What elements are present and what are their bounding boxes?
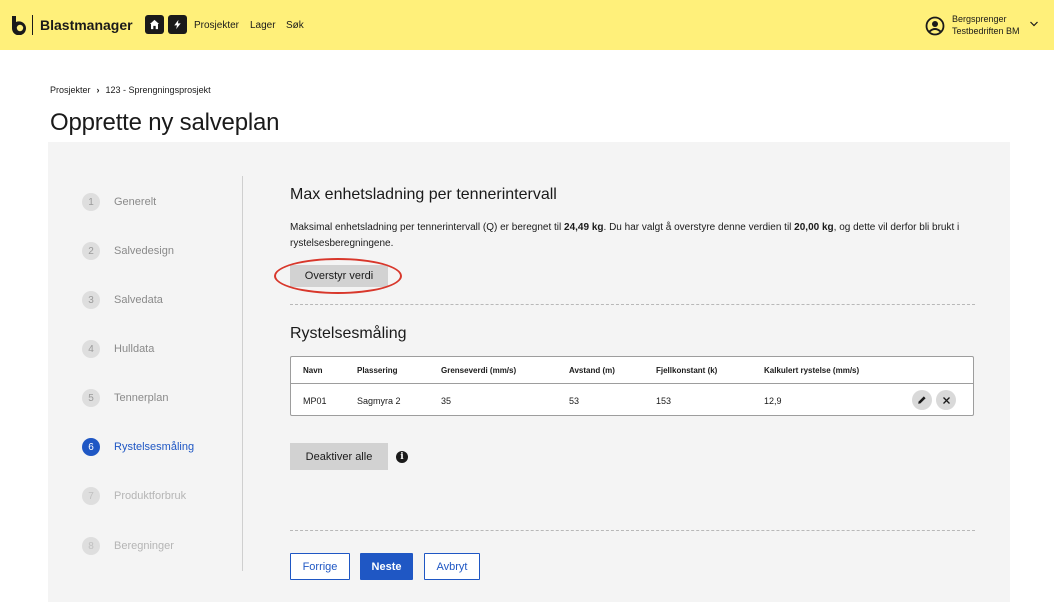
footer-divider xyxy=(290,530,975,531)
step-number: 1 xyxy=(82,193,100,211)
user-name: Bergsprenger xyxy=(952,14,1007,24)
step-label: Tennerplan xyxy=(114,392,169,404)
nav-link-sok[interactable]: Søk xyxy=(286,20,304,31)
breadcrumb-root[interactable]: Prosjekter xyxy=(50,85,91,95)
wizard-panel: 1 Generelt 2 Salvedesign 3 Salvedata 4 H… xyxy=(48,142,1010,602)
charge-description: Maksimal enhetsladning per tennerinterva… xyxy=(290,220,980,252)
deactivate-all-button[interactable]: Deaktiver alle xyxy=(290,443,388,470)
override-value-button[interactable]: Overstyr verdi xyxy=(290,265,388,287)
step-number: 8 xyxy=(82,537,100,555)
page-title: Opprette ny salveplan xyxy=(50,109,280,136)
step-produktforbruk[interactable]: 7 Produktforbruk xyxy=(82,487,186,505)
table-header: Navn Plassering Grenseverdi (mm/s) Avsta… xyxy=(291,357,973,384)
cell-plassering: Sagmyra 2 xyxy=(357,396,401,406)
step-number: 7 xyxy=(82,487,100,505)
brand-name[interactable]: Blastmanager xyxy=(40,17,133,33)
nav-link-lager[interactable]: Lager xyxy=(250,20,276,31)
cell-avstand: 53 xyxy=(569,396,580,406)
next-button[interactable]: Neste xyxy=(360,553,413,580)
desc-text: Maksimal enhetsladning per tennerinterva… xyxy=(290,222,565,233)
close-icon[interactable] xyxy=(936,390,956,410)
step-content: Max enhetsladning per tennerintervall Ma… xyxy=(274,142,980,602)
user-menu[interactable]: Bergsprenger Testbedriften BM xyxy=(925,14,1045,38)
step-label: Salvedata xyxy=(114,294,163,306)
cell-navn: MP01 xyxy=(303,396,327,406)
step-number: 4 xyxy=(82,340,100,358)
previous-button[interactable]: Forrige xyxy=(290,553,350,580)
step-label: Rystelsesmåling xyxy=(114,441,195,453)
step-beregninger[interactable]: 8 Beregninger xyxy=(82,537,174,555)
column-header-plassering[interactable]: Plassering xyxy=(357,366,397,375)
vibration-section-title: Rystelsesmåling xyxy=(290,325,407,342)
desc-text: . Du har valgt å overstyre denne verdien… xyxy=(603,222,795,233)
step-label: Generelt xyxy=(114,196,157,208)
step-tennerplan[interactable]: 5 Tennerplan xyxy=(82,389,168,407)
step-label: Produktforbruk xyxy=(114,490,187,502)
step-salvedata[interactable]: 3 Salvedata xyxy=(82,291,163,309)
user-org: Testbedriften BM xyxy=(952,26,1020,36)
step-number: 2 xyxy=(82,242,100,260)
step-salvedesign[interactable]: 2 Salvedesign xyxy=(82,242,174,260)
breadcrumb-separator-icon: › xyxy=(96,85,100,95)
step-generelt[interactable]: 1 Generelt xyxy=(82,193,156,211)
lightning-icon[interactable] xyxy=(168,15,187,34)
steps-divider xyxy=(242,176,243,571)
column-header-kalkulert-rystelse[interactable]: Kalkulert rystelse (mm/s) xyxy=(764,366,859,375)
step-label: Beregninger xyxy=(114,540,174,552)
column-header-avstand[interactable]: Avstand (m) xyxy=(569,366,615,375)
step-number: 3 xyxy=(82,291,100,309)
cancel-button[interactable]: Avbryt xyxy=(424,553,480,580)
edit-icon[interactable] xyxy=(912,390,932,410)
column-header-navn[interactable]: Navn xyxy=(303,366,323,375)
cell-kalkulert-rystelse: 12,9 xyxy=(764,396,782,406)
user-circle-icon xyxy=(925,16,945,36)
chevron-down-icon[interactable] xyxy=(1029,20,1039,28)
step-label: Salvedesign xyxy=(114,245,174,257)
section-divider xyxy=(290,304,975,305)
vibration-table: Navn Plassering Grenseverdi (mm/s) Avsta… xyxy=(290,356,974,416)
breadcrumb-current: 123 - Sprengningsprosjekt xyxy=(105,85,211,95)
nav-link-prosjekter[interactable]: Prosjekter xyxy=(194,20,239,31)
top-bar: Blastmanager Prosjekter Lager Søk Bergsp… xyxy=(0,0,1054,50)
blastmanager-logo-icon[interactable] xyxy=(10,15,30,35)
step-number: 5 xyxy=(82,389,100,407)
calculated-charge-value: 24,49 kg xyxy=(564,222,604,233)
breadcrumb: Prosjekter › 123 - Sprengningsprosjekt xyxy=(50,85,211,95)
column-header-grenseverdi[interactable]: Grenseverdi (mm/s) xyxy=(441,366,516,375)
cell-fjellkonstant: 153 xyxy=(656,396,672,406)
step-label: Hulldata xyxy=(114,343,155,355)
override-charge-value: 20,00 kg xyxy=(794,222,834,233)
info-icon[interactable]: i xyxy=(396,451,408,463)
charge-section-title: Max enhetsladning per tennerintervall xyxy=(290,186,557,203)
home-icon[interactable] xyxy=(145,15,164,34)
column-header-fjellkonstant[interactable]: Fjellkonstant (k) xyxy=(656,366,717,375)
cell-grenseverdi: 35 xyxy=(441,396,452,406)
step-number: 6 xyxy=(82,438,100,456)
step-rystelsesmaling[interactable]: 6 Rystelsesmåling xyxy=(82,438,194,456)
step-hulldata[interactable]: 4 Hulldata xyxy=(82,340,154,358)
brand-divider xyxy=(32,15,33,35)
